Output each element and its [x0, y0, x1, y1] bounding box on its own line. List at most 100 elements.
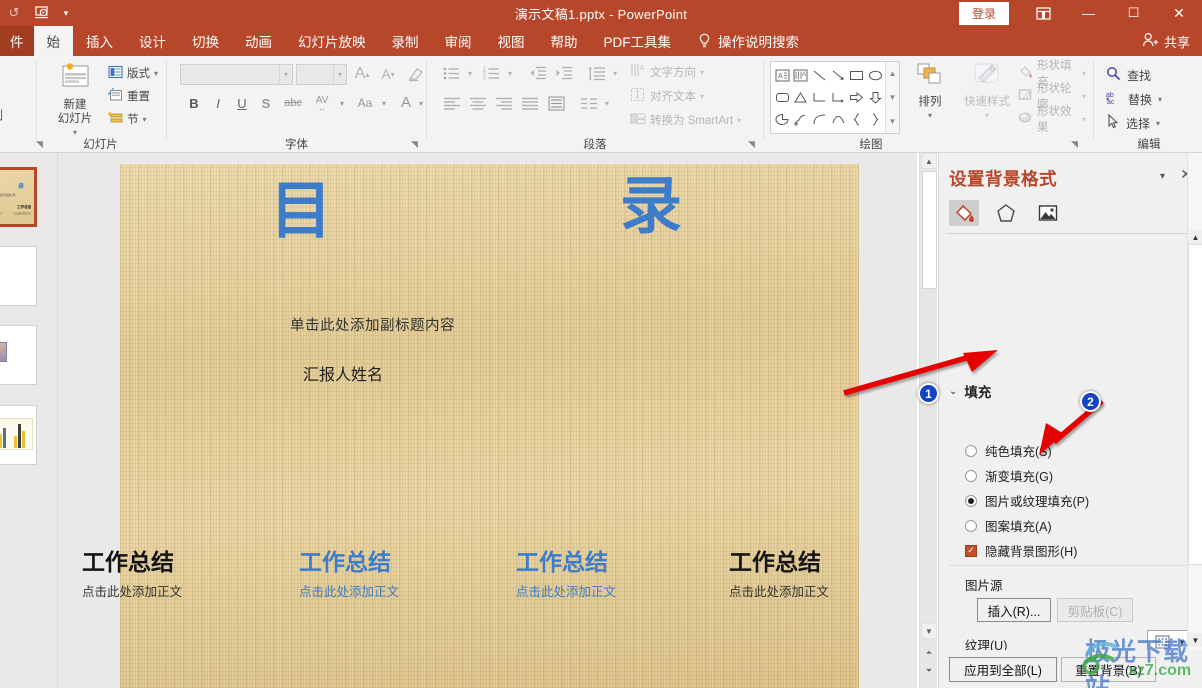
shapes-gallery[interactable]: A A ▲ ▼ ▼	[770, 61, 900, 134]
slide-editing-surface[interactable]: 目 录 单击此处添加副标题内容 汇报人姓名	[120, 164, 859, 688]
slide-thumbnail-2[interactable]	[0, 246, 37, 306]
shape-triangle-icon[interactable]	[792, 86, 811, 108]
scroll-up-icon[interactable]: ▲	[889, 69, 897, 78]
slide-subtitle-placeholder[interactable]: 单击此处添加副标题内容	[290, 314, 455, 335]
reset-button[interactable]: 重置	[104, 84, 150, 107]
chevron-down-icon[interactable]: ▾	[609, 62, 621, 84]
panel-scroll-down-icon[interactable]: ▼	[1188, 633, 1202, 647]
shape-right-brace-icon[interactable]	[866, 108, 885, 130]
font-size-combo[interactable]: ▾	[296, 64, 347, 85]
chevron-down-icon[interactable]: ▾	[928, 109, 932, 123]
radio-pattern-fill[interactable]	[965, 519, 977, 532]
share-button[interactable]: 共享	[1142, 26, 1198, 56]
panel-vertical-scrollbar[interactable]: ▲ ▼	[1187, 153, 1202, 650]
next-slide-icon[interactable]: ⏷	[921, 663, 937, 678]
format-painter-button[interactable]: 式刷	[0, 104, 3, 125]
insert-picture-button[interactable]: 插入(R)...	[977, 598, 1051, 622]
numbering-icon[interactable]: 123	[480, 62, 504, 84]
canvas-vertical-scrollbar[interactable]: ▲ ▼ ⏶ ⏷	[919, 153, 937, 688]
radio-picture-texture-fill[interactable]	[965, 494, 977, 507]
shape-down-arrow-icon[interactable]	[866, 86, 885, 108]
increase-font-size-button[interactable]: A ▴	[350, 62, 374, 86]
effects-pentagon-icon[interactable]	[991, 200, 1021, 226]
apply-to-all-button[interactable]: 应用到全部(L)	[949, 657, 1057, 682]
cut-button[interactable]: 切	[0, 62, 3, 83]
tab-transitions[interactable]: 切换	[179, 26, 232, 56]
tab-review[interactable]: 审阅	[432, 26, 485, 56]
line-spacing-icon[interactable]	[585, 62, 609, 84]
tab-slideshow[interactable]: 幻灯片放映	[285, 26, 379, 56]
text-direction-button[interactable]: A 文字方向 ▾	[630, 61, 704, 83]
shape-arrow-icon[interactable]	[829, 64, 848, 86]
gallery-more-icon[interactable]: ▼	[889, 117, 897, 126]
scroll-down-icon[interactable]: ▼	[889, 93, 897, 102]
shape-freeform-icon[interactable]	[792, 108, 811, 130]
tab-animations[interactable]: 动画	[232, 26, 285, 56]
slide-thumbnail-4[interactable]	[0, 405, 37, 465]
drawing-dialog-launcher[interactable]: ◥	[1069, 139, 1080, 150]
section-button[interactable]: 节 ▾	[108, 108, 147, 130]
shape-left-brace-icon[interactable]	[848, 108, 867, 130]
chevron-down-icon[interactable]: ▾	[1082, 92, 1086, 101]
panel-scroll-up-icon[interactable]: ▲	[1188, 230, 1202, 244]
picture-icon[interactable]	[1033, 200, 1063, 226]
slide-item-4[interactable]: 工作总结 点击此处添加正文	[729, 548, 829, 600]
hide-background-graphics-row[interactable]: ✓ 隐藏背景图形(H)	[965, 541, 1077, 560]
chevron-down-icon[interactable]: ▾	[336, 92, 348, 114]
slide-thumbnail-pane[interactable]: 目 录 单击此处添加副标题 工作总结 工作总结 点击此处添加正文 点击此处添加正…	[0, 153, 57, 688]
decrease-font-size-button[interactable]: A ▾	[376, 62, 400, 86]
tab-pdf-tools[interactable]: PDF工具集	[591, 26, 685, 56]
convert-smartart-button[interactable]: 转换为 SmartArt ▾	[630, 109, 741, 131]
chevron-down-icon[interactable]: ▾	[601, 92, 613, 114]
bullets-icon[interactable]	[440, 62, 464, 84]
radio-solid-fill[interactable]	[965, 444, 977, 457]
chevron-down-icon[interactable]: ▾	[1156, 119, 1160, 128]
ribbon-display-options-icon[interactable]	[1021, 0, 1066, 26]
shape-curve-icon[interactable]	[829, 108, 848, 130]
slide-title-right[interactable]: 录	[620, 176, 682, 238]
previous-slide-icon[interactable]: ⏶	[921, 645, 937, 660]
checkbox-hide-bg-graphics[interactable]: ✓	[965, 544, 977, 557]
arrange-button[interactable]: 排列 ▾	[906, 62, 954, 123]
strikethrough-button[interactable]: abc	[280, 92, 306, 114]
sign-in-button[interactable]: 登录	[958, 1, 1009, 25]
change-case-button[interactable]: Aa	[352, 92, 378, 114]
chevron-down-icon[interactable]: ▾	[332, 65, 346, 84]
distribute-text-icon[interactable]	[544, 92, 568, 114]
slide-canvas-area[interactable]: 目 录 单击此处添加副标题内容 汇报人姓名 工作总结 点击此处添加正文 工作总结…	[61, 153, 917, 688]
chevron-down-icon[interactable]: ▾	[737, 116, 741, 125]
font-dialog-launcher[interactable]: ◥	[409, 139, 420, 150]
shape-arc-icon[interactable]	[810, 108, 829, 130]
scroll-down-icon[interactable]: ▼	[921, 623, 937, 639]
slide-thumbnail-3[interactable]	[0, 325, 37, 385]
tab-record[interactable]: 录制	[379, 26, 432, 56]
shape-elbow-connector-icon[interactable]	[810, 86, 829, 108]
fill-option-pattern[interactable]: 图案填充(A)	[965, 516, 1052, 535]
shape-rounded-rect-icon[interactable]	[773, 86, 792, 108]
tab-file[interactable]: 件	[0, 26, 34, 56]
maximize-button[interactable]: ☐	[1111, 0, 1156, 26]
chevron-down-icon[interactable]: ▾	[143, 115, 147, 124]
tab-help[interactable]: 帮助	[538, 26, 591, 56]
chevron-down-icon[interactable]: ⌄	[949, 386, 957, 397]
fill-section-header[interactable]: ⌄ 填充	[949, 381, 991, 401]
tab-insert[interactable]: 插入	[73, 26, 126, 56]
radio-gradient-fill[interactable]	[965, 469, 977, 482]
panel-scrollbar-thumb[interactable]	[1188, 244, 1202, 565]
paragraph-dialog-launcher[interactable]: ◥	[746, 139, 757, 150]
quick-styles-button[interactable]: 快速样式 ▾	[958, 62, 1016, 123]
clear-formatting-icon[interactable]	[404, 62, 426, 86]
chevron-down-icon[interactable]: ▾	[985, 109, 989, 123]
clipboard-button[interactable]: 剪贴板(C)	[1057, 598, 1133, 622]
shape-line-icon[interactable]	[810, 64, 829, 86]
underline-button[interactable]: U	[232, 92, 252, 114]
tell-me-search[interactable]: 操作说明搜索	[684, 26, 805, 56]
fill-option-picture-texture[interactable]: 图片或纹理填充(P)	[965, 491, 1089, 510]
layout-button[interactable]: 版式 ▾	[108, 62, 158, 84]
shape-textbox-icon[interactable]: A	[773, 64, 792, 86]
chevron-down-icon[interactable]: ▾	[278, 65, 292, 84]
slide-presenter-name[interactable]: 汇报人姓名	[303, 361, 383, 385]
scrollbar-thumb[interactable]	[922, 171, 937, 289]
shape-right-arrow-icon[interactable]	[848, 86, 867, 108]
decrease-indent-icon[interactable]	[526, 62, 550, 84]
